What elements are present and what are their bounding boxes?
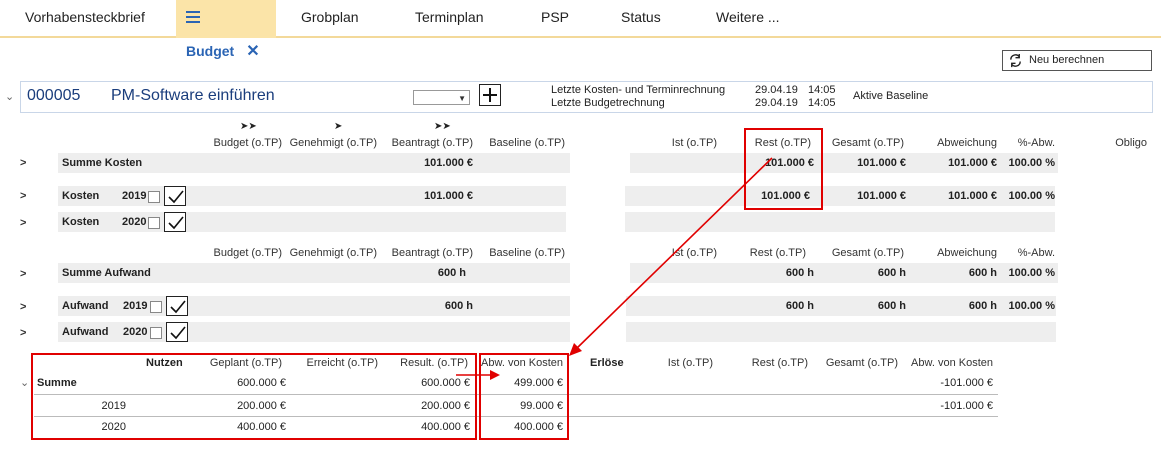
annotation-arrows [456, 157, 773, 380]
arrow-head [490, 370, 500, 380]
arrow-line [574, 157, 773, 351]
